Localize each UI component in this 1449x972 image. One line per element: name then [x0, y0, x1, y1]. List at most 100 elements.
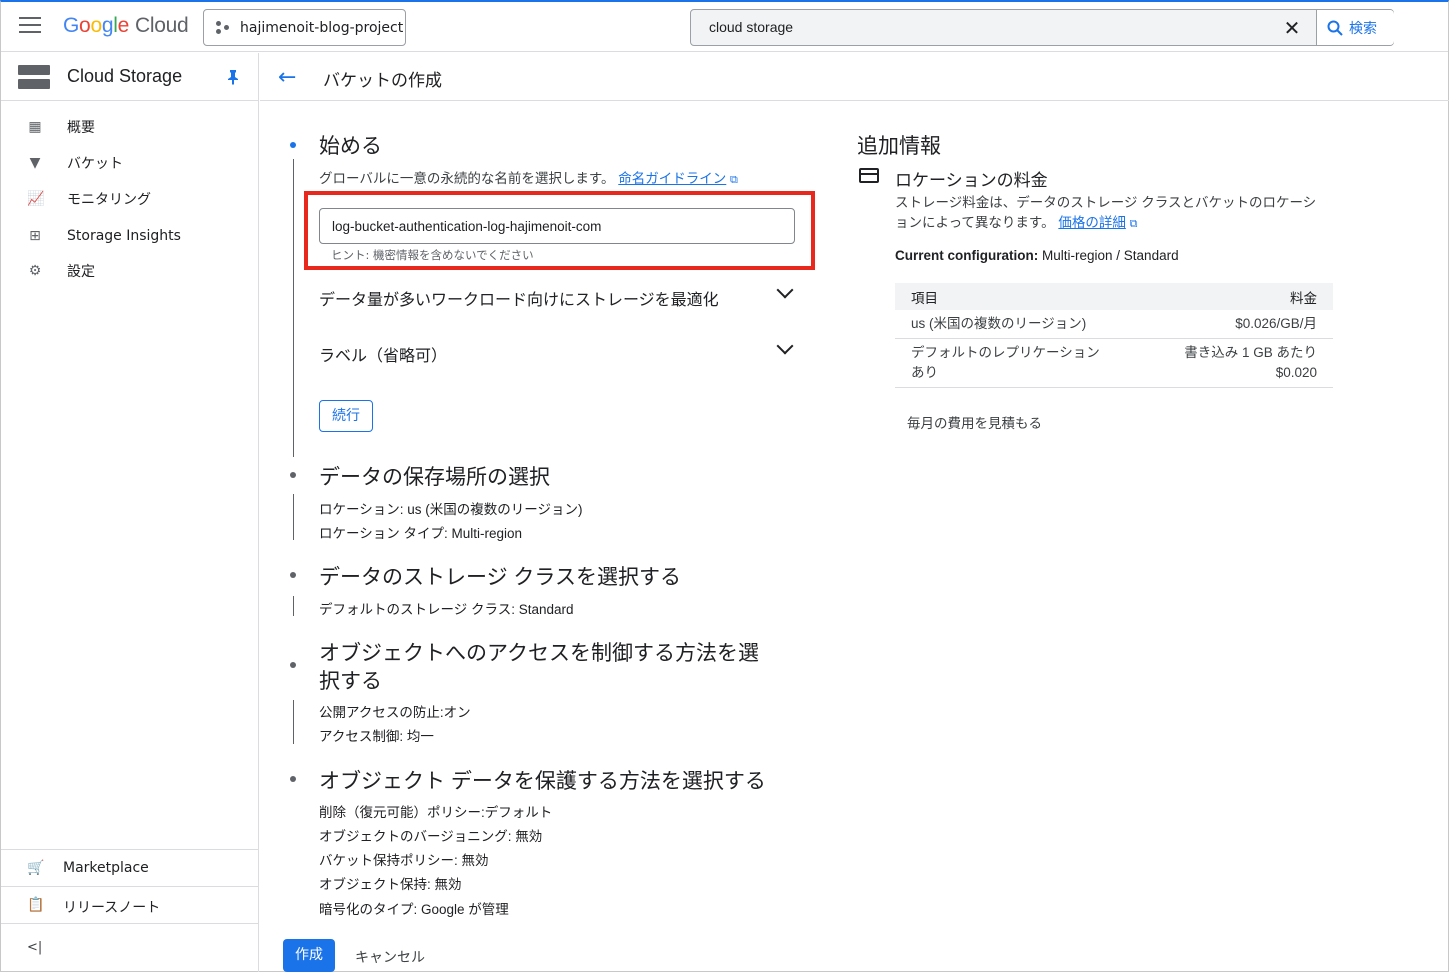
step-title-access-control-cont: 択する	[319, 670, 382, 693]
table-cell: $0.026/GB/月	[1145, 310, 1333, 339]
step-title-storage-class[interactable]: データのストレージ クラスを選択する	[319, 561, 681, 591]
step-title-location[interactable]: データの保存場所の選択	[319, 461, 550, 491]
menu-icon[interactable]	[19, 17, 41, 35]
step-indicator-active	[290, 142, 296, 148]
step-title-data-protection[interactable]: オブジェクト データを保護する方法を選択する	[319, 765, 766, 795]
step-indicator	[290, 472, 296, 478]
expander-label: データ量が多いワークロード向けにストレージを最適化	[319, 292, 719, 309]
back-arrow-icon[interactable]: ←	[278, 65, 296, 90]
location-pricing-title: ロケーションの料金	[895, 171, 1048, 191]
chevron-down-icon	[776, 281, 794, 299]
naming-guidelines-link[interactable]: 命名ガイドライン	[618, 171, 726, 186]
monitoring-icon: 📈	[27, 191, 45, 207]
step-connector	[293, 596, 294, 616]
sidebar-item-label: 設定	[67, 264, 95, 280]
current-configuration: Current configuration: Multi-region / St…	[895, 248, 1179, 263]
step-connector	[293, 159, 294, 457]
sidebar: Cloud Storage ▦ 概要 ▼ バケット 📈 モニタリング ⊞ Sto…	[1, 53, 259, 972]
pin-icon[interactable]	[227, 69, 239, 85]
step-description: グローバルに一意の永続的な名前を選択します。 命名ガイドライン ⧉	[319, 171, 738, 186]
sidebar-item-marketplace[interactable]: 🛒 Marketplace	[1, 849, 258, 886]
soft-delete-summary: 削除（復元可能）ポリシー:デフォルト	[319, 805, 553, 820]
table-row: us (米国の複数のリージョン) $0.026/GB/月	[895, 310, 1333, 339]
step-indicator	[290, 662, 296, 668]
external-link-icon: ⧉	[1129, 218, 1138, 230]
sidebar-item-label: Storage Insights	[67, 228, 181, 244]
sidebar-item-settings[interactable]: ⚙ 設定	[1, 254, 258, 288]
project-name: hajimenoit-blog-project	[240, 19, 404, 36]
search-input[interactable]	[709, 19, 1229, 35]
sidebar-item-label: Marketplace	[63, 860, 149, 876]
project-icon	[216, 20, 230, 35]
external-link-icon: ⧉	[730, 174, 738, 186]
retention-policy-summary: バケット保持ポリシー: 無効	[319, 853, 489, 868]
table-header-row: 項目 料金	[895, 283, 1333, 310]
search-button-label: 検索	[1349, 20, 1377, 37]
sidebar-item-label: モニタリング	[67, 192, 151, 208]
table-cell: 書き込み 1 GB あたり $0.020	[1145, 338, 1333, 388]
gear-icon: ⚙	[28, 263, 42, 279]
pricing-table: 項目 料金 us (米国の複数のリージョン) $0.026/GB/月 デフォルト…	[895, 283, 1333, 388]
sidebar-item-label: バケット	[67, 156, 123, 172]
sidebar-item-monitoring[interactable]: 📈 モニタリング	[1, 182, 258, 216]
cart-icon: 🛒	[27, 860, 45, 876]
bucket-name-input[interactable]	[319, 208, 795, 244]
cancel-button[interactable]: キャンセル	[355, 947, 425, 967]
search-button[interactable]: 検索	[1316, 10, 1394, 45]
release-notes-icon: 📋	[27, 897, 45, 913]
access-control-summary: アクセス制御: 均一	[319, 729, 434, 744]
create-button[interactable]: 作成	[283, 939, 335, 972]
cloud-storage-icon	[18, 65, 50, 89]
labels-expander[interactable]: ラベル（省略可）	[319, 337, 795, 368]
project-selector[interactable]: hajimenoit-blog-project	[203, 9, 406, 46]
step-title-access-control[interactable]: オブジェクトへのアクセスを制御する方法を選	[319, 637, 759, 667]
pricing-details-link[interactable]: 価格の詳細	[1058, 215, 1126, 230]
sidebar-item-release-notes[interactable]: 📋 リリースノート	[1, 886, 258, 923]
credit-card-icon	[859, 168, 879, 183]
step-connector	[293, 494, 294, 540]
product-title: Cloud Storage	[67, 66, 183, 86]
overview-icon: ▦	[28, 119, 42, 135]
collapse-sidebar[interactable]: <|	[1, 923, 258, 972]
storage-class-summary: デフォルトのストレージ クラス: Standard	[319, 602, 574, 617]
step-title-get-started: 始める	[319, 135, 382, 158]
continue-button[interactable]: 続行	[319, 400, 373, 432]
step-connector	[293, 700, 294, 744]
table-row: デフォルトのレプリケーション あり 書き込み 1 GB あたり $0.020	[895, 338, 1333, 388]
table-cell: us (米国の複数のリージョン)	[895, 310, 1146, 339]
sidebar-item-storage-insights[interactable]: ⊞ Storage Insights	[1, 219, 258, 253]
chevron-down-icon	[776, 337, 794, 355]
content-header: ← バケットの作成	[260, 53, 1449, 101]
column-header: 項目	[895, 283, 1146, 310]
search-icon	[1327, 20, 1343, 36]
step-indicator	[290, 776, 296, 782]
pricing-description-cont: ョンによって異なります。 価格の詳細 ⧉	[895, 215, 1138, 230]
expander-label: ラベル（省略可）	[319, 348, 448, 365]
public-access-summary: 公開アクセスの防止:オン	[319, 705, 471, 720]
info-panel-title: 追加情報	[857, 134, 941, 158]
table-cell: デフォルトのレプリケーション あり	[895, 338, 1146, 388]
encryption-summary: 暗号化のタイプ: Google が管理	[319, 902, 509, 917]
object-retention-summary: オブジェクト保持: 無効	[319, 877, 462, 892]
google-cloud-logo[interactable]: Google Cloud	[63, 14, 189, 38]
close-icon[interactable]: ✕	[1281, 17, 1303, 39]
versioning-summary: オブジェクトのバージョニング: 無効	[319, 829, 543, 844]
pricing-description: ストレージ料金は、データのストレージ クラスとバケットのロケーシ	[895, 195, 1317, 210]
input-hint: ヒント: 機密情報を含めないでください	[331, 248, 534, 262]
search-bar: ✕ 検索	[690, 9, 1394, 46]
estimate-cost-button[interactable]: 毎月の費用を見積もる	[907, 412, 1042, 432]
step-indicator	[290, 572, 296, 578]
column-header: 料金	[1145, 283, 1333, 310]
collapse-icon: <|	[27, 940, 43, 955]
location-type-summary: ロケーション タイプ: Multi-region	[319, 526, 523, 541]
sidebar-item-buckets[interactable]: ▼ バケット	[1, 146, 258, 180]
insights-icon: ⊞	[29, 228, 41, 244]
sidebar-item-label: 概要	[67, 120, 95, 136]
location-summary: ロケーション: us (米国の複数のリージョン)	[319, 502, 583, 517]
top-bar: GoogleCloud hajimenoit-blog-project ✕ 検索	[1, 2, 1448, 52]
sidebar-item-overview[interactable]: ▦ 概要	[1, 110, 258, 144]
bucket-icon: ▼	[29, 155, 41, 171]
optimize-storage-expander[interactable]: データ量が多いワークロード向けにストレージを最適化	[319, 281, 795, 312]
page-title: バケットの作成	[323, 71, 442, 91]
sidebar-item-label: リリースノート	[63, 900, 161, 916]
